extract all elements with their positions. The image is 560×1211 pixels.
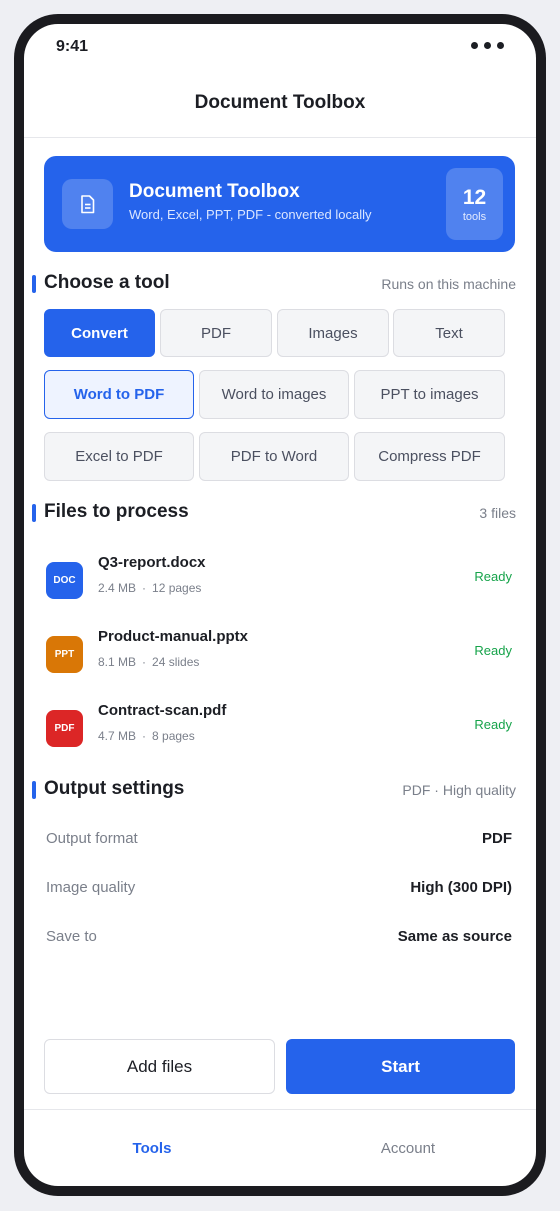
app-screen: 9:41 Document Toolbox Document Toolbox W… — [24, 24, 536, 1186]
file-name: Product-manual.pptx — [98, 628, 249, 645]
setting-value: PDF — [482, 830, 512, 847]
hero-title: Document Toolbox — [129, 181, 300, 202]
navigation-bar: Document Toolbox — [24, 68, 536, 138]
file-detail: 8 pages — [152, 729, 195, 743]
files-section-meta: 3 files — [479, 505, 516, 521]
bottom-tab-bar: Tools Account — [24, 1109, 536, 1186]
tool-word-to-images[interactable]: Word to images — [199, 370, 349, 419]
document-icon — [62, 179, 113, 229]
setting-save-to[interactable]: Save to Same as source — [46, 928, 512, 952]
tools-section-title: Choose a tool — [44, 272, 170, 293]
tool-word-to-pdf[interactable]: Word to PDF — [44, 370, 194, 419]
hero-subtitle: Word, Excel, PPT, PDF - converted locall… — [129, 207, 372, 222]
tools-section-header: Choose a tool Runs on this machine — [24, 272, 536, 298]
category-tab-text[interactable]: Text — [393, 309, 505, 357]
tool-count: 12 — [462, 186, 487, 209]
output-section-header: Output settings PDF · High quality — [24, 778, 536, 804]
page-title: Document Toolbox — [194, 92, 366, 113]
file-row[interactable]: PPT Product-manual.pptx 8.1 MB · 24 slides… — [44, 628, 515, 692]
file-detail: 12 pages — [152, 581, 202, 595]
section-accent-bar — [32, 275, 36, 293]
file-status: Ready — [474, 717, 512, 732]
tool-excel-to-pdf[interactable]: Excel to PDF — [44, 432, 194, 481]
tool-ppt-to-images[interactable]: PPT to images — [354, 370, 505, 419]
output-section-meta: PDF · High quality — [402, 782, 516, 798]
file-size: 2.4 MB — [98, 581, 137, 595]
status-bar: 9:41 — [24, 24, 536, 68]
files-section-header: Files to process 3 files — [24, 501, 536, 527]
file-status: Ready — [474, 643, 512, 658]
tool-count-badge: 12 tools — [446, 168, 503, 240]
file-meta: 8.1 MB · 24 slides — [98, 655, 200, 669]
setting-value: Same as source — [397, 928, 512, 945]
setting-value: High (300 DPI) — [410, 879, 512, 896]
tab-tools[interactable]: Tools — [24, 1140, 280, 1157]
setting-label: Output format — [46, 830, 138, 847]
setting-label: Image quality — [46, 879, 136, 896]
file-row[interactable]: DOC Q3-report.docx 2.4 MB · 12 pages Ready — [44, 554, 515, 618]
tools-section-meta: Runs on this machine — [381, 276, 516, 292]
file-name: Q3-report.docx — [98, 554, 206, 571]
file-row[interactable]: PDF Contract-scan.pdf 4.7 MB · 8 pages Rea… — [44, 702, 515, 766]
section-accent-bar — [32, 504, 36, 522]
tab-account[interactable]: Account — [280, 1140, 536, 1157]
setting-label: Save to — [46, 928, 97, 945]
files-section-title: Files to process — [44, 501, 189, 522]
hero-banner: Document Toolbox Word, Excel, PPT, PDF -… — [44, 156, 515, 252]
section-accent-bar — [32, 781, 36, 799]
file-meta: 4.7 MB · 8 pages — [98, 729, 195, 743]
tool-count-unit: tools — [462, 211, 487, 223]
pdf-file-icon: PDF — [46, 710, 83, 747]
start-button[interactable]: Start — [286, 1039, 515, 1094]
file-name: Contract-scan.pdf — [98, 702, 227, 719]
category-tab-images[interactable]: Images — [277, 309, 389, 357]
category-tab-convert[interactable]: Convert — [44, 309, 155, 357]
setting-image-quality[interactable]: Image quality High (300 DPI) — [46, 879, 512, 903]
output-section-title: Output settings — [44, 778, 185, 799]
file-size: 8.1 MB — [98, 655, 137, 669]
add-files-button[interactable]: Add files — [44, 1039, 275, 1094]
status-time: 9:41 — [56, 38, 89, 55]
setting-output-format[interactable]: Output format PDF — [46, 830, 512, 854]
tool-compress-pdf[interactable]: Compress PDF — [354, 432, 505, 481]
file-size: 4.7 MB — [98, 729, 137, 743]
ppt-file-icon: PPT — [46, 636, 83, 673]
device-frame: 9:41 Document Toolbox Document Toolbox W… — [14, 14, 546, 1196]
more-dots-icon — [471, 42, 504, 49]
file-detail: 24 slides — [152, 655, 200, 669]
file-meta: 2.4 MB · 12 pages — [98, 581, 202, 595]
tool-pdf-to-word[interactable]: PDF to Word — [199, 432, 349, 481]
file-status: Ready — [474, 569, 512, 584]
doc-file-icon: DOC — [46, 562, 83, 599]
category-tab-pdf[interactable]: PDF — [160, 309, 272, 357]
